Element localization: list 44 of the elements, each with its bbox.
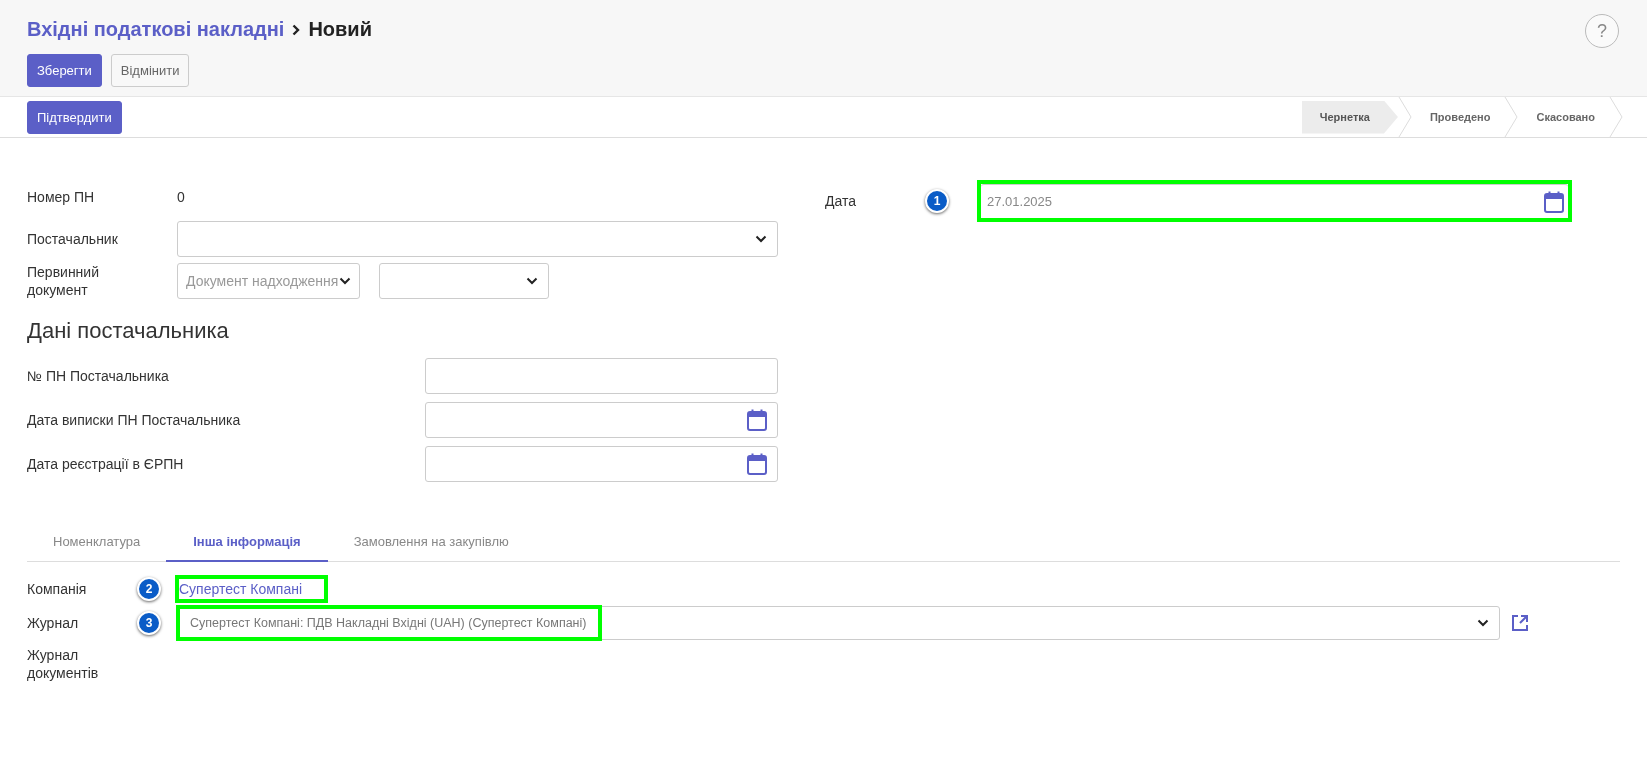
field-label: Номер ПН xyxy=(27,188,96,206)
input-field[interactable] xyxy=(425,358,778,394)
help-button[interactable]: ? xyxy=(1585,14,1619,48)
external-link-icon[interactable] xyxy=(1510,613,1530,633)
breadcrumb-link[interactable]: Вхідні податкові накладні xyxy=(27,18,285,41)
status-stage[interactable]: Чернетка xyxy=(1301,100,1398,134)
section-title: Дані постачальника xyxy=(27,318,230,344)
field-label: Первинний документ xyxy=(27,263,100,299)
page-title: Новий xyxy=(308,18,372,41)
field-label: Постачальник xyxy=(27,230,119,248)
field-label: Журнал xyxy=(27,614,80,632)
confirm-button[interactable]: Підтвердити xyxy=(27,100,122,134)
calendar-icon[interactable] xyxy=(747,409,767,431)
tab[interactable]: Номенклатура xyxy=(27,524,167,562)
save-button[interactable]: Зберегти xyxy=(27,54,102,87)
field-label: Дата виписки ПН Постачальника xyxy=(27,412,242,428)
tab[interactable]: Інша інформація xyxy=(166,524,328,562)
document-type-select[interactable]: Документ надходження xyxy=(177,263,360,299)
caret-icon xyxy=(755,235,767,243)
step-number-badge: 3 xyxy=(137,611,161,635)
journal-select[interactable]: Супертест Компані: ПДВ Накладні Вхідні (UAH) (Супертест Компані) xyxy=(177,606,1500,640)
caret-icon xyxy=(339,277,351,285)
step-number-badge: 2 xyxy=(137,577,161,601)
caret-icon xyxy=(526,277,538,285)
calendar-icon[interactable] xyxy=(747,453,767,475)
step-number-badge: 1 xyxy=(925,189,949,213)
status-stage[interactable]: Проведено xyxy=(1411,100,1505,134)
status-stage[interactable]: Скасовано xyxy=(1518,100,1609,134)
field-value: 0 xyxy=(177,189,185,205)
field-label: Дата реєстрації в ЄРПН xyxy=(27,456,185,472)
company-link[interactable]: Супертест Компані xyxy=(179,581,303,597)
field-label: № ПН Постачальника xyxy=(27,368,170,384)
chevron-icon xyxy=(292,23,301,36)
calendar-icon[interactable] xyxy=(1544,190,1564,213)
field-label: Журнал документів xyxy=(27,646,100,682)
date-field[interactable] xyxy=(425,402,778,438)
date-field[interactable] xyxy=(425,446,778,482)
cancel-button[interactable]: Відмінити xyxy=(110,54,190,87)
field-label: Компанія xyxy=(27,580,88,598)
field-label: Дата xyxy=(825,192,857,210)
supplier-select[interactable] xyxy=(177,221,778,257)
caret-icon xyxy=(1477,619,1489,627)
document-select[interactable] xyxy=(379,263,549,299)
tab[interactable]: Замовлення на закупівлю xyxy=(327,524,535,562)
